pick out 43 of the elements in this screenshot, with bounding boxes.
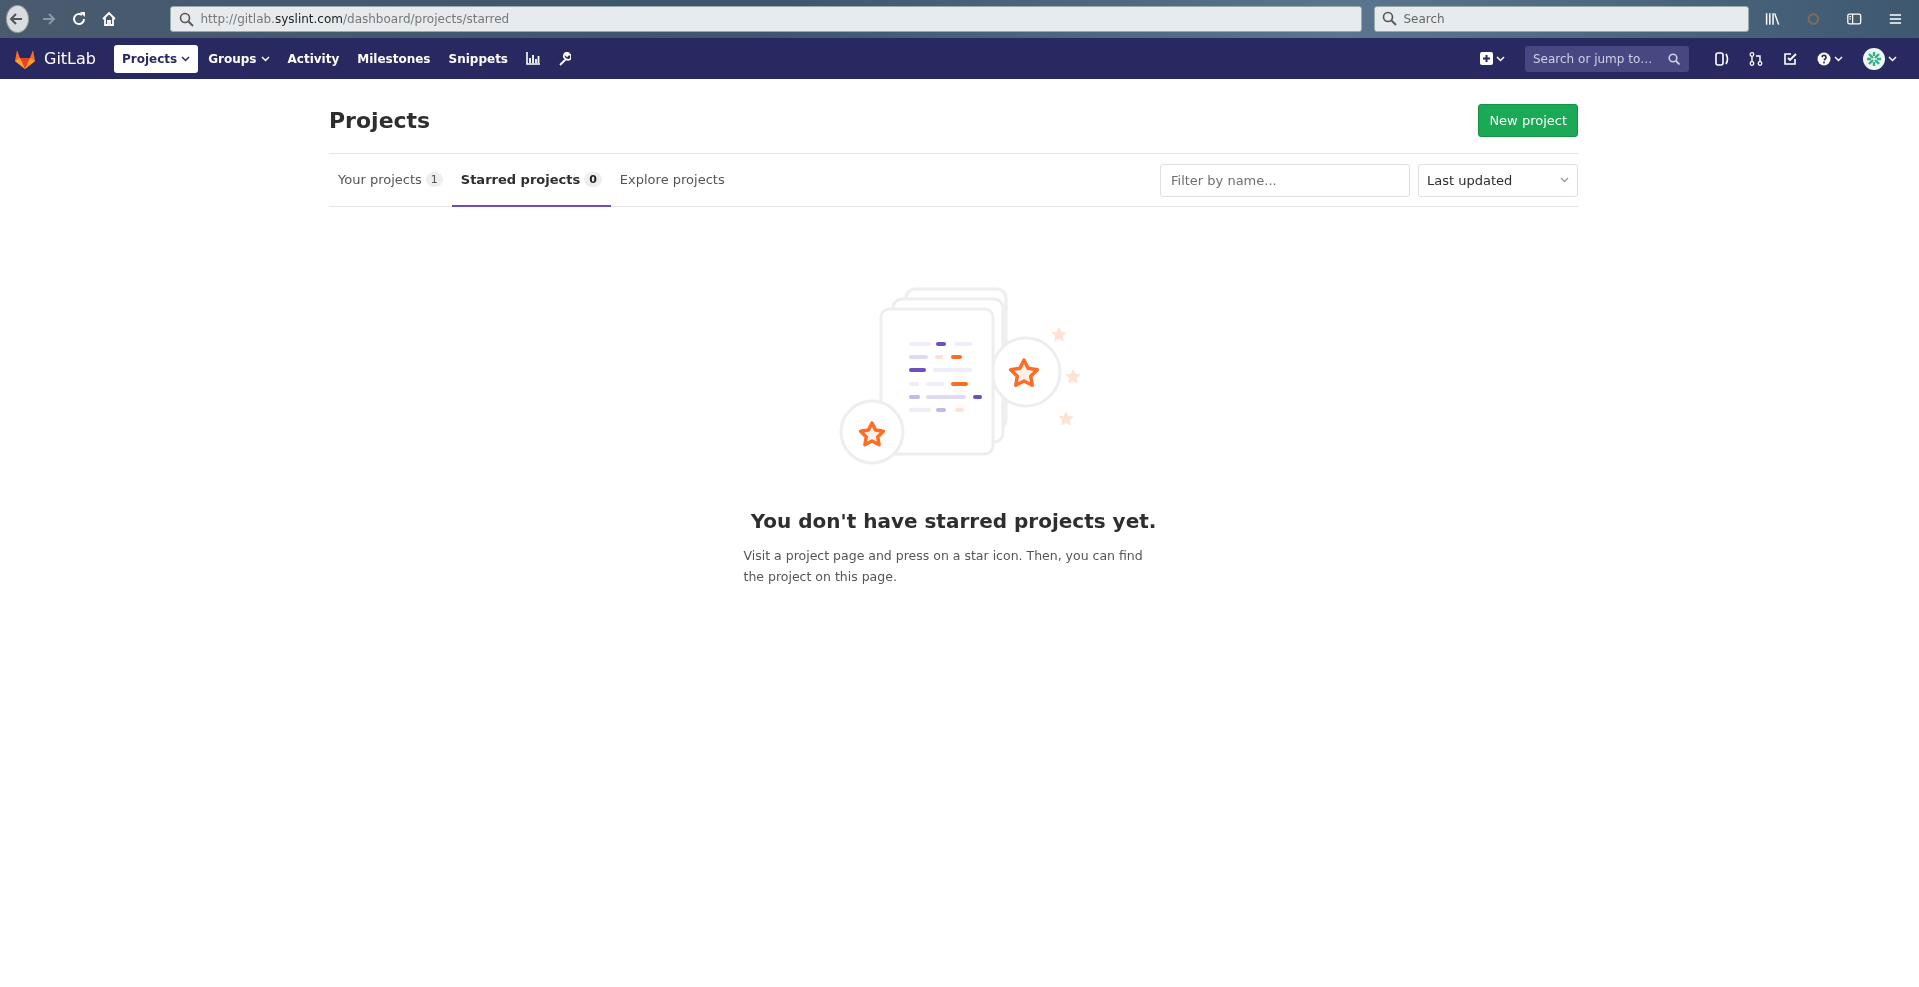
caret-icon xyxy=(1888,55,1897,62)
caret-icon xyxy=(1834,55,1843,62)
reload-icon xyxy=(70,11,87,27)
caret-icon xyxy=(181,55,191,62)
nav-link[interactable]: Milestones xyxy=(349,44,439,73)
tab[interactable]: Your projects 1 xyxy=(329,154,452,207)
bar-chart-icon xyxy=(526,52,540,65)
caret-icon xyxy=(260,55,270,62)
avatar-icon xyxy=(1863,47,1885,70)
forward-arrow-icon xyxy=(40,11,57,27)
empty-state-text: Visit a project page and press on a star icon. Then, you can find the project on this page. xyxy=(743,547,1144,586)
plus-square-icon xyxy=(1480,52,1493,65)
menu-icon[interactable] xyxy=(1888,12,1902,26)
todo-check-icon xyxy=(1783,51,1797,66)
search-icon xyxy=(179,11,195,27)
library-icon[interactable] xyxy=(1765,11,1780,27)
caret-icon xyxy=(1560,177,1569,183)
issues-icon xyxy=(1715,51,1729,66)
browser-search-field[interactable]: Search xyxy=(1374,6,1750,32)
sidebar-icon[interactable] xyxy=(1847,11,1862,27)
address-bar[interactable]: http://gitlab.syslint.com/dashboard/projects/starred xyxy=(170,6,1363,32)
nav-link[interactable]: Snippets xyxy=(440,44,516,73)
search-icon xyxy=(1668,52,1680,65)
nav-menu-button[interactable]: Groups xyxy=(200,44,278,73)
back-button[interactable] xyxy=(6,5,29,33)
empty-state-title: You don't have starred projects yet. xyxy=(750,509,1157,533)
count-badge: 1 xyxy=(425,172,443,187)
search-icon xyxy=(1382,11,1398,26)
tab[interactable]: Starred projects 0 xyxy=(451,154,611,207)
nav-menu-button[interactable]: Projects xyxy=(114,44,199,73)
caret-icon xyxy=(1496,55,1505,62)
sort-dropdown[interactable]: Last updated xyxy=(1418,163,1578,197)
page-title: Projects xyxy=(329,107,431,133)
nav-link[interactable]: Activity xyxy=(279,44,348,73)
help-icon xyxy=(1817,51,1831,66)
merge-request-icon xyxy=(1749,51,1763,66)
search-field[interactable]: Search or jump to… xyxy=(1525,45,1689,72)
filter-field[interactable]: Filter by name... xyxy=(1160,163,1410,197)
tab[interactable]: Explore projects xyxy=(610,154,734,207)
fox-logo-icon[interactable] xyxy=(14,48,36,69)
count-badge: 0 xyxy=(584,172,602,187)
brand-name[interactable]: GitLab xyxy=(44,49,96,68)
home-icon xyxy=(101,11,118,27)
